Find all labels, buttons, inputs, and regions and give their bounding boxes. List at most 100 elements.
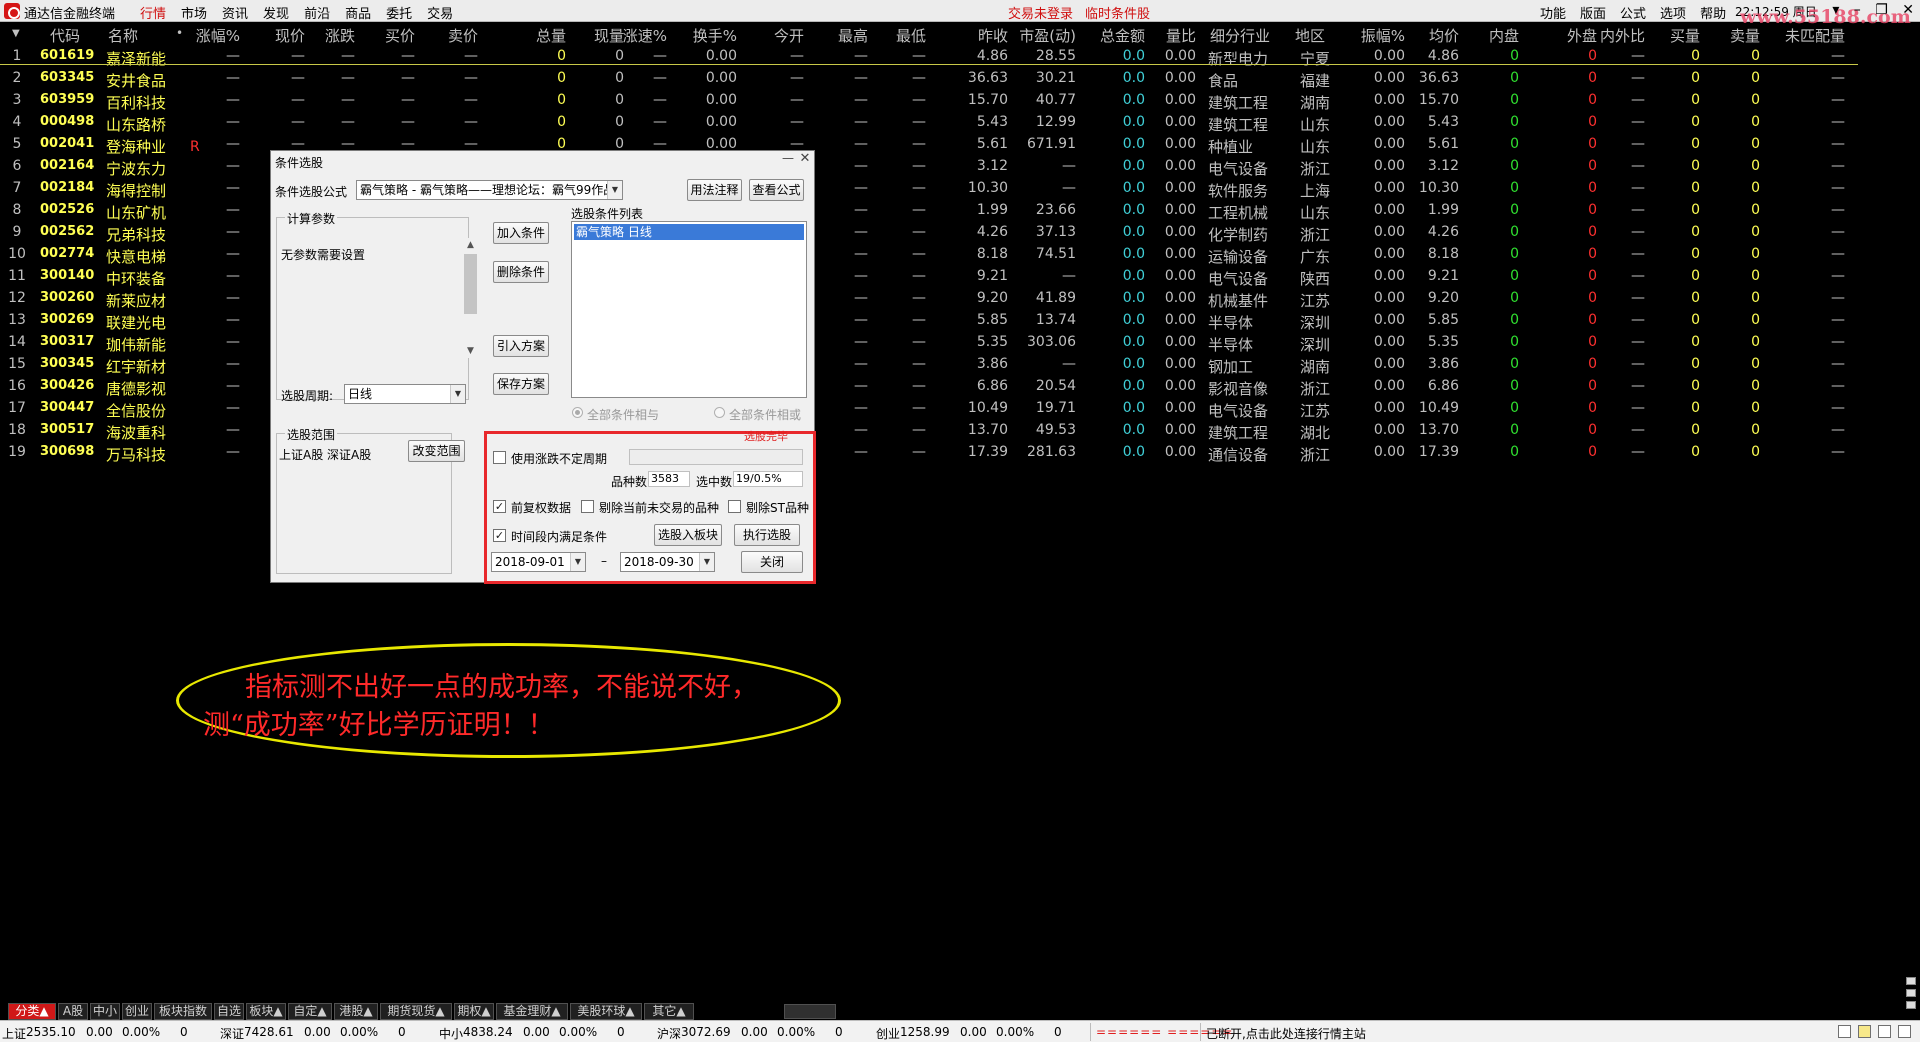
window-menu-icon[interactable]: ▾ [1832,2,1839,18]
column-header[interactable]: 卖价 [398,25,478,46]
tab-11[interactable]: 基金理财▲ [496,1003,568,1020]
stock-code[interactable]: 300345 [40,356,94,371]
execute-button[interactable]: 执行选股 [734,524,800,546]
right-menu-item-0[interactable]: 功能 [1540,7,1566,22]
menu-item-0[interactable]: 行情 [140,3,166,22]
delete-condition-button[interactable]: 删除条件 [493,261,549,283]
stock-code[interactable]: 601619 [40,48,94,63]
stock-code[interactable]: 002184 [40,180,94,195]
tab-5[interactable]: 自选 [214,1003,244,1020]
close-icon[interactable]: ✕ [1902,2,1914,18]
layout-icon[interactable] [1838,1025,1851,1038]
tab-0[interactable]: 分类▲ [8,1003,56,1020]
timerange-checkbox[interactable]: ✓ [493,529,506,542]
stock-code[interactable]: 300426 [40,378,94,393]
settings-icon[interactable] [1878,1025,1891,1038]
right-menu-item-1[interactable]: 版面 [1580,7,1606,22]
column-header[interactable]: 市盈(动) [996,25,1076,46]
connection-message[interactable]: 已断开,点击此处连接行情主站 [1206,1025,1366,1042]
view-formula-button[interactable]: 查看公式 [749,179,804,201]
stock-code[interactable]: 002164 [40,158,94,173]
save-plan-button[interactable]: 保存方案 [493,373,549,395]
exclude-untraded-checkbox[interactable] [581,500,594,513]
tab-3[interactable]: 创业 [122,1003,152,1020]
stock-code[interactable]: 300517 [40,422,94,437]
stock-code[interactable]: 300317 [40,334,94,349]
tab-9[interactable]: 期货现货▲ [380,1003,452,1020]
bell-icon[interactable] [1858,1025,1871,1038]
import-plan-button[interactable]: 引入方案 [493,335,549,357]
menu-item-7[interactable]: 交易 [427,3,453,22]
scroll-up-icon[interactable]: ▲ [463,238,478,252]
alert-link-0[interactable]: 交易未登录 [1008,7,1073,22]
index-name[interactable]: 深证 [220,1025,244,1042]
tab-2[interactable]: 中小 [90,1003,120,1020]
menu-item-3[interactable]: 发现 [263,3,289,22]
column-header[interactable]: 地区 [1245,25,1325,46]
column-header[interactable]: 卖量 [1680,25,1760,46]
stock-code[interactable]: 002526 [40,202,94,217]
radio-and[interactable] [572,407,583,418]
stock-code[interactable]: 300698 [40,444,94,459]
index-name[interactable]: 上证 [2,1025,26,1042]
menu-item-6[interactable]: 委托 [386,3,412,22]
tab-12[interactable]: 美股环球▲ [570,1003,642,1020]
add-condition-button[interactable]: 加入条件 [493,222,549,244]
table-row[interactable]: 3 603959 百利科技 — — — — —0 0—0.00— — —15.70 40.77 0.0 0… [0,89,1920,112]
stock-code[interactable]: 000498 [40,114,94,129]
scroll-down-icon[interactable]: ▼ [463,344,478,358]
usage-button[interactable]: 用法注释 [687,179,742,201]
info-icon[interactable] [1898,1025,1911,1038]
params-scrollbar[interactable]: ▲ ▼ [463,238,478,358]
radio-or[interactable] [714,407,725,418]
menu-item-1[interactable]: 市场 [181,3,207,22]
stock-code[interactable]: 002562 [40,224,94,239]
menu-item-2[interactable]: 资讯 [222,3,248,22]
menu-item-5[interactable]: 商品 [345,3,371,22]
column-header[interactable]: 名称 [108,25,138,46]
column-header[interactable]: 未匹配量 [1765,25,1845,46]
tab-13[interactable]: 其它▲ [644,1003,694,1020]
tab-8[interactable]: 港股▲ [334,1003,378,1020]
scroll-thumb[interactable] [464,254,477,314]
restore-icon[interactable]: ❐ [1875,2,1888,18]
stock-code[interactable]: 002774 [40,246,94,261]
alert-link-1[interactable]: 临时条件股 [1085,7,1150,22]
sort-arrow-icon[interactable]: ▼ [12,28,20,39]
stock-code[interactable]: 603345 [40,70,94,85]
table-row[interactable]: 4 000498 山东路桥 — — — — —0 0—0.00— — —5.43 12.99 0.0 0.… [0,111,1920,134]
use-volatility-checkbox[interactable] [493,451,506,464]
index-name[interactable]: 沪深 [657,1025,681,1042]
right-menu-item-2[interactable]: 公式 [1620,7,1646,22]
scroll-up-icon[interactable] [1906,977,1916,985]
table-row[interactable]: 2 603345 安井食品 — — — — —0 0—0.00— — —36.63 30.21 0.0 0… [0,67,1920,90]
stock-code[interactable]: 300447 [40,400,94,415]
right-menu-item-3[interactable]: 选项 [1660,7,1686,22]
close-button[interactable]: 关闭 [741,551,803,573]
date-from-picker[interactable]: 2018-09-01 ▼ [491,552,586,572]
stock-code[interactable]: 603959 [40,92,94,107]
tab-4[interactable]: 板块指数 [154,1003,212,1020]
tab-1[interactable]: A股 [58,1003,88,1020]
change-range-button[interactable]: 改变范围 [408,440,465,462]
dialog-close-icon[interactable]: ✕ [798,152,812,166]
index-name[interactable]: 中小 [439,1025,463,1042]
conditions-list[interactable]: 霸气策略 日线 [571,221,807,398]
stock-code[interactable]: 300260 [40,290,94,305]
right-menu-item-4[interactable]: 帮助 [1700,7,1726,22]
minimize-icon[interactable]: – [1854,2,1861,18]
date-to-picker[interactable]: 2018-09-30 ▼ [620,552,715,572]
period-select[interactable]: 日线 ▼ [344,384,466,404]
column-header[interactable]: 代码 [50,25,80,46]
adjust-checkbox[interactable]: ✓ [493,500,506,513]
exclude-st-checkbox[interactable] [728,500,741,513]
condition-item[interactable]: 霸气策略 日线 [574,224,804,240]
stock-code[interactable]: 002041 [40,136,94,151]
dialog-minimize-icon[interactable]: — [782,152,794,166]
menu-item-4[interactable]: 前沿 [304,3,330,22]
tab-10[interactable]: 期权▲ [454,1003,494,1020]
tab-7[interactable]: 自定▲ [288,1003,332,1020]
column-header[interactable]: 最低 [846,25,926,46]
tabs-scrollbar[interactable] [784,1004,836,1019]
scroll-mid-icon[interactable] [1906,989,1916,997]
